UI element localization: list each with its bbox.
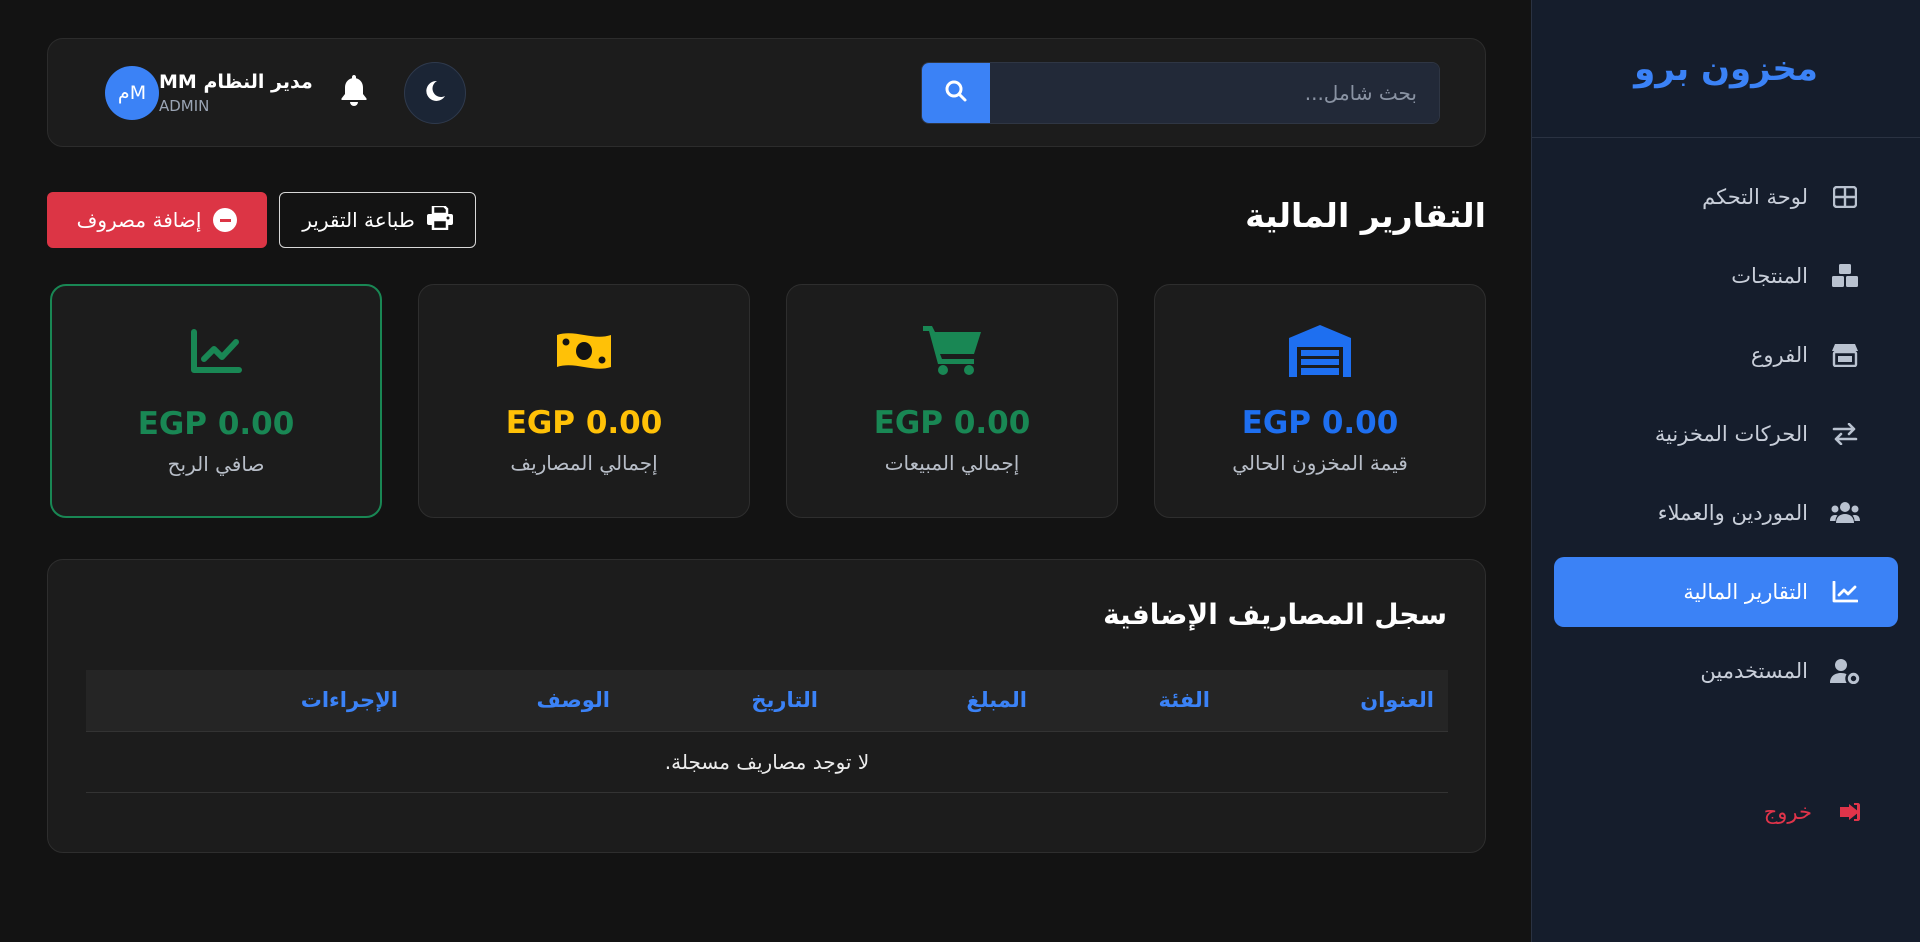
dashboard-icon: [1830, 186, 1860, 208]
stat-card-total-sales: EGP 0.00 إجمالي المبيعات: [786, 284, 1118, 518]
users-icon: [1830, 501, 1860, 525]
page-title: التقارير المالية: [1245, 196, 1486, 235]
brand-logo[interactable]: مخزون برو: [1532, 0, 1920, 138]
stat-value: EGP 0.00: [873, 405, 1031, 441]
stat-label: صافي الربح: [167, 452, 265, 476]
stat-label: قيمة المخزون الحالي: [1232, 451, 1408, 475]
sidebar-item-financial-reports[interactable]: التقارير المالية: [1554, 557, 1898, 627]
cart-icon: [923, 323, 981, 379]
money-bill-icon: [555, 323, 613, 379]
user-role: ADMIN: [159, 97, 210, 115]
moon-icon: [423, 79, 447, 107]
minus-circle-icon: [213, 208, 238, 232]
sign-out-icon: [1834, 801, 1860, 823]
expenses-log-card: سجل المصاريف الإضافية العنوان الفئة المب…: [47, 559, 1486, 853]
add-expense-label: إضافة مصروف: [76, 208, 202, 232]
chart-line-icon: [190, 324, 242, 380]
sidebar-item-label: لوحة التحكم: [1702, 185, 1808, 209]
stat-value: EGP 0.00: [137, 406, 295, 442]
table-row: لا توجد مصاريف مسجلة.: [86, 731, 1448, 793]
warehouse-icon: [1289, 323, 1351, 379]
stat-card-inventory-value: EGP 0.00 قيمة المخزون الحالي: [1154, 284, 1486, 518]
column-header-category: الفئة: [1041, 670, 1224, 732]
sidebar-item-movements[interactable]: الحركات المخزنية: [1554, 399, 1898, 469]
user-gear-icon: [1830, 658, 1860, 684]
print-report-button[interactable]: طباعة التقرير: [279, 192, 476, 248]
boxes-icon: [1830, 264, 1860, 288]
column-header-title: العنوان: [1224, 670, 1448, 732]
sidebar-item-dashboard[interactable]: لوحة التحكم: [1554, 162, 1898, 232]
sidebar-item-label: الفروع: [1750, 343, 1808, 367]
sidebar-item-label: الموردين والعملاء: [1657, 501, 1808, 525]
sidebar-item-label: الحركات المخزنية: [1654, 422, 1808, 446]
notifications-button[interactable]: [334, 71, 374, 115]
stat-value: EGP 0.00: [505, 405, 663, 441]
transfer-icon: [1830, 423, 1860, 445]
stat-card-total-expenses: EGP 0.00 إجمالي المصاريف: [418, 284, 750, 518]
search-button[interactable]: [922, 63, 990, 123]
sidebar-item-products[interactable]: المنتجات: [1554, 241, 1898, 311]
bell-icon: [340, 75, 368, 111]
column-header-actions: الإجراءات: [86, 670, 412, 732]
logout-label: خروج: [1763, 800, 1812, 824]
stat-label: إجمالي المبيعات: [884, 451, 1020, 475]
avatar: Mم: [105, 66, 159, 120]
user-profile[interactable]: Mم مدير النظام MM ADMIN: [93, 66, 313, 120]
table-header-row: العنوان الفئة المبلغ التاريخ الوصف الإجر…: [86, 670, 1448, 732]
sidebar-item-branches[interactable]: الفروع: [1554, 320, 1898, 390]
expenses-log-title: سجل المصاريف الإضافية: [1103, 598, 1447, 631]
add-expense-button[interactable]: إضافة مصروف: [47, 192, 267, 248]
column-header-description: الوصف: [412, 670, 624, 732]
sidebar-item-label: المستخدمين: [1700, 659, 1808, 683]
theme-toggle-button[interactable]: [404, 62, 466, 124]
empty-state-message: لا توجد مصاريف مسجلة.: [86, 731, 1448, 793]
sidebar-item-label: التقارير المالية: [1683, 580, 1808, 604]
chart-line-icon: [1830, 581, 1860, 603]
column-header-date: التاريخ: [624, 670, 832, 732]
user-info: مدير النظام MM ADMIN: [159, 71, 313, 115]
sidebar: مخزون برو لوحة التحكم المنتجات الفروع ال…: [1531, 0, 1920, 942]
stat-label: إجمالي المصاريف: [510, 451, 658, 475]
stat-value: EGP 0.00: [1241, 405, 1399, 441]
topbar: Mم مدير النظام MM ADMIN: [47, 38, 1486, 147]
sidebar-nav: لوحة التحكم المنتجات الفروع الحركات المخ…: [1532, 138, 1920, 706]
search-input[interactable]: [990, 63, 1439, 123]
sidebar-item-suppliers-customers[interactable]: الموردين والعملاء: [1554, 478, 1898, 548]
print-report-label: طباعة التقرير: [302, 208, 415, 232]
stat-card-net-profit: EGP 0.00 صافي الربح: [50, 284, 382, 518]
column-header-amount: المبلغ: [832, 670, 1041, 732]
sidebar-item-users[interactable]: المستخدمين: [1554, 636, 1898, 706]
user-name: مدير النظام MM: [159, 71, 313, 93]
logout-button[interactable]: خروج: [1764, 800, 1860, 824]
search-icon: [944, 79, 968, 107]
sidebar-item-label: المنتجات: [1731, 264, 1808, 288]
printer-icon: [426, 204, 453, 235]
global-search: [921, 62, 1440, 124]
expenses-table: العنوان الفئة المبلغ التاريخ الوصف الإجر…: [86, 670, 1448, 793]
store-icon: [1830, 343, 1860, 367]
